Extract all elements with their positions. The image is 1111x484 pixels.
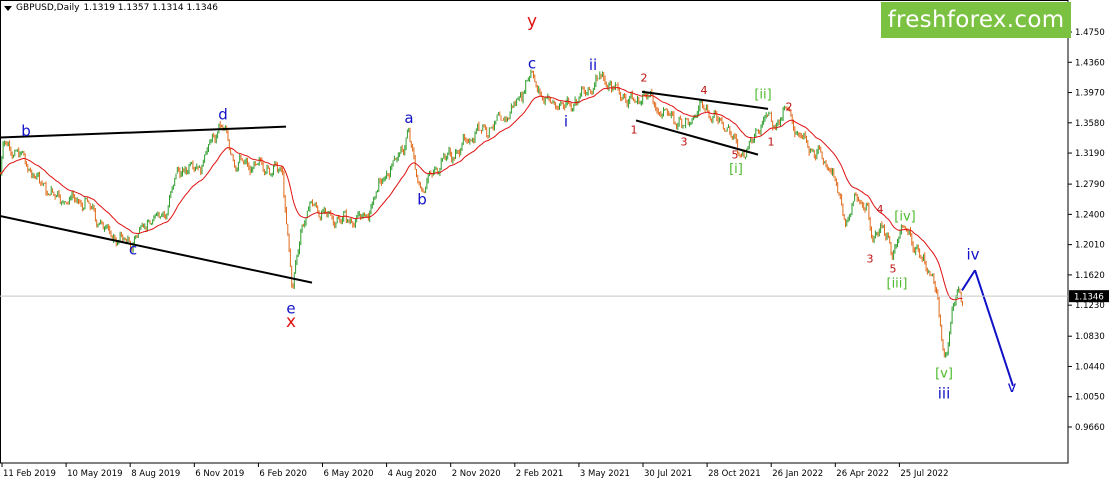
y-tick-label: 1.2400	[1075, 210, 1105, 220]
wave-label: c	[528, 54, 536, 72]
wave-label: d	[218, 106, 228, 124]
wave-label: [i]	[729, 162, 743, 177]
trendlines-group	[0, 90, 1014, 387]
wave-label: c	[129, 241, 137, 259]
wave-label: [v]	[935, 366, 953, 381]
ohlc-values: 1.1319 1.1357 1.1314 1.1346	[83, 3, 219, 13]
wave-label: 3	[681, 135, 688, 148]
moving-average-line	[0, 86, 963, 301]
x-tick-label: 30 Jul 2021	[644, 469, 692, 479]
symbol-label: GBPUSD,Daily	[16, 3, 80, 13]
x-tick-label: 26 Apr 2022	[836, 469, 889, 479]
wave-label: 1	[768, 135, 775, 148]
current-price-group: 1.1346	[0, 290, 1109, 303]
x-tick-label: 4 Aug 2020	[388, 469, 437, 479]
x-tick-label: 25 Jul 2022	[900, 469, 948, 479]
y-tick-label: 1.3970	[1075, 89, 1105, 99]
wave-label: v	[1008, 378, 1017, 396]
x-tick-label: 11 Feb 2019	[3, 469, 56, 479]
y-tick-label: 1.2790	[1075, 180, 1105, 190]
x-tick-label: 10 May 2019	[67, 469, 122, 479]
wave-label: 4	[877, 203, 884, 216]
trendline	[635, 119, 759, 156]
y-tick-label: 1.1620	[1075, 271, 1105, 281]
y-tick-label: 1.4750	[1075, 28, 1105, 38]
wave-label: 3	[867, 252, 874, 265]
x-tick-label: 8 Aug 2019	[131, 469, 180, 479]
wave-label: b	[21, 122, 31, 140]
wave-labels-group: bcdexabyciii12345[i][ii]1243[iv]5[iii]iv…	[21, 12, 1016, 403]
wave-label: 5	[732, 148, 739, 161]
wave-label: ii	[589, 56, 597, 74]
x-tick-label: 6 May 2020	[324, 469, 374, 479]
wave-label: 2	[786, 100, 793, 113]
x-tick-label: 6 Nov 2019	[195, 469, 244, 479]
wave-label: iii	[938, 384, 951, 402]
wave-label: b	[417, 190, 427, 208]
wave-label: [ii]	[754, 88, 771, 103]
projection-arrow-line	[961, 269, 976, 291]
projection-arrow-line	[974, 269, 1014, 387]
current-price-label: 1.1346	[1074, 293, 1104, 303]
x-tick-label: 3 May 2021	[580, 469, 630, 479]
trendline	[0, 125, 287, 139]
wave-label: 5	[890, 263, 897, 276]
wave-label: iv	[966, 245, 979, 263]
x-tick-label: 26 Jan 2022	[772, 469, 823, 479]
wave-label: 2	[641, 72, 648, 85]
axis-group: 1.4750 1.4360 1.3970 1.3580 1.3190 1.2790 1.24…	[0, 0, 1105, 479]
wave-label: i	[564, 113, 568, 131]
y-tick-label: 1.0830	[1075, 332, 1105, 342]
trendline	[0, 214, 313, 284]
y-tick-label: 1.3190	[1075, 149, 1105, 159]
chart-window: 1.4750 1.4360 1.3970 1.3580 1.3190 1.2790 1.24…	[0, 0, 1111, 484]
x-tick-label: 2 Nov 2020	[452, 469, 501, 479]
x-tick-label: 2 Feb 2021	[516, 469, 564, 479]
candles-group	[0, 69, 963, 358]
watermark-logo: freshforex.com	[881, 2, 1071, 38]
wave-label: [iv]	[894, 210, 915, 225]
x-tick-label: 6 Feb 2020	[259, 469, 307, 479]
wave-label: a	[404, 109, 413, 127]
y-tick-label: 1.2010	[1075, 241, 1105, 251]
wave-label: x	[286, 312, 296, 332]
y-tick-label: 1.4360	[1075, 58, 1105, 68]
y-tick-label: 1.3580	[1075, 119, 1105, 129]
y-tick-label: 1.0440	[1075, 362, 1105, 372]
price-chart[interactable]: 1.4750 1.4360 1.3970 1.3580 1.3190 1.2790 1.24…	[0, 0, 1111, 484]
y-tick-label: 0.9660	[1075, 423, 1105, 433]
wave-label: [iii]	[887, 276, 908, 291]
watermark-text: freshforex.com	[887, 7, 1065, 33]
chart-header: GBPUSD,Daily 1.1319 1.1357 1.1314 1.1346	[4, 3, 218, 13]
moving-average-group	[0, 86, 963, 301]
wave-label: 4	[701, 84, 708, 97]
wave-label: y	[527, 12, 537, 32]
y-tick-label: 1.0050	[1075, 393, 1105, 403]
wave-label: 1	[631, 124, 638, 137]
dropdown-triangle-icon[interactable]	[4, 5, 12, 11]
x-tick-label: 28 Oct 2021	[708, 469, 761, 479]
